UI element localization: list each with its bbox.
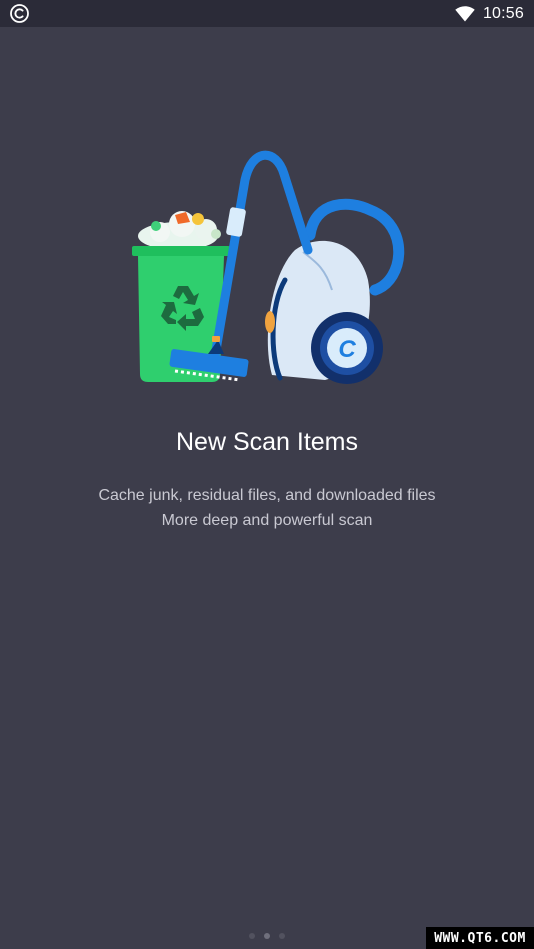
- vacuum-cleaner: C: [265, 240, 383, 384]
- watermark: WWW.QT6.COM: [426, 927, 534, 949]
- trash-bin-vacuum-illustration: C: [132, 150, 405, 384]
- svg-text:C: C: [338, 336, 356, 363]
- page-dot-1[interactable]: [249, 933, 255, 939]
- status-right: 10:56: [455, 0, 524, 27]
- description-line-2: More deep and powerful scan: [161, 512, 373, 529]
- page-dot-3[interactable]: [279, 933, 285, 939]
- page-title: New Scan Items: [175, 428, 358, 456]
- status-time: 10:56: [482, 4, 524, 22]
- page-dot-2[interactable]: [264, 933, 270, 939]
- wifi-icon: [455, 5, 475, 21]
- status-bar: 10:56: [0, 0, 534, 27]
- watermark-text: WWW.QT6.COM: [434, 930, 526, 946]
- description-line-1: Cache junk, residual files, and download…: [98, 487, 436, 504]
- copyright-c-icon: [10, 4, 29, 23]
